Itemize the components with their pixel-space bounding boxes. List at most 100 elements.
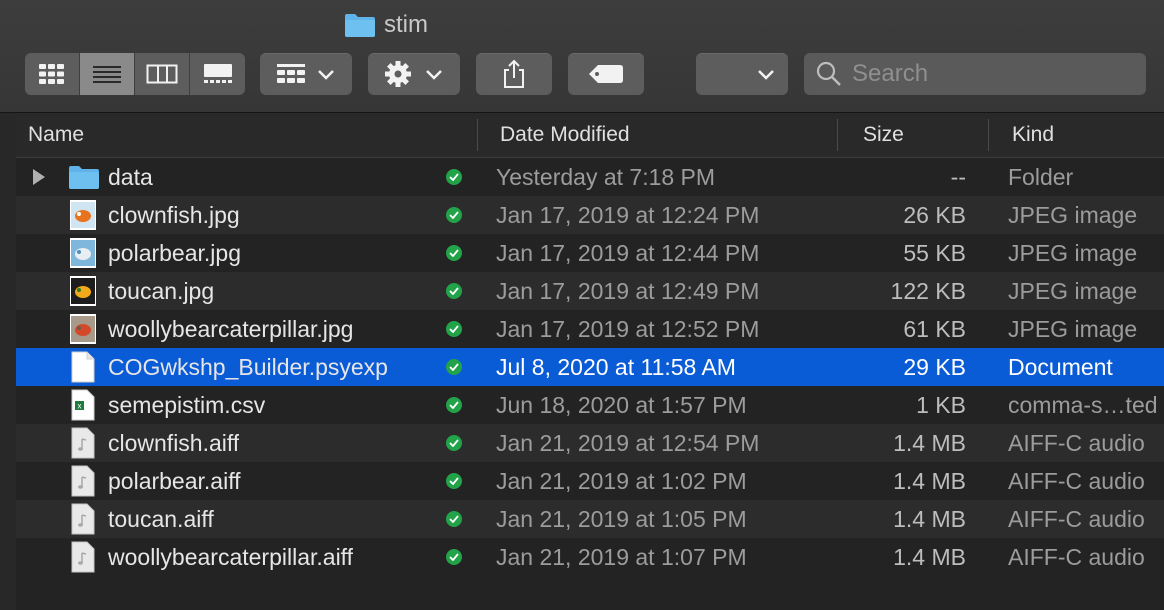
file-size: -- bbox=[950, 163, 966, 190]
audio-file-icon bbox=[70, 462, 96, 500]
column-view-button[interactable] bbox=[135, 53, 190, 95]
window-title: stim bbox=[344, 10, 428, 40]
list-view-button[interactable] bbox=[80, 53, 135, 95]
file-name: woollybearcaterpillar.aiff bbox=[108, 543, 354, 570]
file-name: toucan.aiff bbox=[108, 505, 214, 532]
file-kind: Document bbox=[1008, 353, 1113, 380]
file-size: 1.4 MB bbox=[893, 505, 966, 532]
column-divider[interactable] bbox=[837, 119, 838, 151]
file-row[interactable]: data Yesterday at 7:18 PM -- Folder bbox=[16, 158, 1164, 196]
group-by-button[interactable] bbox=[260, 53, 352, 95]
file-size: 1.4 MB bbox=[893, 467, 966, 494]
audio-file-icon bbox=[70, 500, 96, 538]
view-mode-control bbox=[25, 53, 245, 95]
window-title-text: stim bbox=[384, 11, 428, 38]
file-row[interactable]: COGwkshp_Builder.psyexp Jul 8, 2020 at 11… bbox=[16, 348, 1164, 386]
sync-check-icon bbox=[446, 196, 462, 234]
file-row[interactable]: polarbear.aiff Jan 21, 2019 at 1:02 PM 1.4… bbox=[16, 462, 1164, 500]
file-row[interactable]: toucan.aiff Jan 21, 2019 at 1:05 PM 1.4 MB… bbox=[16, 500, 1164, 538]
tag-icon bbox=[589, 65, 623, 83]
gallery-view-button[interactable] bbox=[190, 53, 245, 95]
file-row[interactable]: x semepistim.csv Jun 18, 2020 at 1:57 PM 1 … bbox=[16, 386, 1164, 424]
icon-view-button[interactable] bbox=[25, 53, 80, 95]
jpeg-thumbnail-icon bbox=[70, 234, 96, 272]
jpeg-thumbnail-icon bbox=[70, 196, 96, 234]
jpeg-thumbnail-icon bbox=[70, 310, 96, 348]
file-date-modified: Jan 17, 2019 at 12:49 PM bbox=[496, 277, 760, 304]
file-kind: AIFF-C audio bbox=[1008, 505, 1145, 532]
column-header: Name Date Modified Size Kind bbox=[16, 113, 1164, 158]
edit-tags-button[interactable] bbox=[568, 53, 644, 95]
file-name: semepistim.csv bbox=[108, 391, 266, 418]
file-name: polarbear.aiff bbox=[108, 467, 241, 494]
file-size: 1.4 MB bbox=[893, 429, 966, 456]
file-row[interactable]: woollybearcaterpillar.aiff Jan 21, 2019 a… bbox=[16, 538, 1164, 576]
share-button[interactable] bbox=[476, 53, 552, 95]
column-header-size[interactable]: Size bbox=[863, 113, 904, 157]
file-row[interactable]: clownfish.jpg Jan 17, 2019 at 12:24 PM 26 … bbox=[16, 196, 1164, 234]
file-kind: AIFF-C audio bbox=[1008, 543, 1145, 570]
file-size: 61 KB bbox=[903, 315, 966, 342]
column-header-name[interactable]: Name bbox=[28, 113, 84, 157]
file-name: toucan.jpg bbox=[108, 277, 215, 304]
file-size: 55 KB bbox=[903, 239, 966, 266]
file-kind: JPEG image bbox=[1008, 239, 1138, 266]
file-date-modified: Jan 21, 2019 at 1:05 PM bbox=[496, 505, 747, 532]
file-date-modified: Jan 21, 2019 at 1:02 PM bbox=[496, 467, 747, 494]
file-date-modified: Jun 18, 2020 at 1:57 PM bbox=[496, 391, 747, 418]
file-kind: Folder bbox=[1008, 163, 1074, 190]
search-input[interactable] bbox=[850, 59, 1134, 89]
path-dropdown-button[interactable] bbox=[696, 53, 788, 95]
chevron-down-icon bbox=[758, 70, 774, 80]
grid-icon bbox=[39, 64, 64, 84]
disclosure-triangle-icon[interactable] bbox=[33, 158, 45, 196]
column-divider[interactable] bbox=[477, 119, 478, 151]
gallery-icon bbox=[203, 64, 232, 83]
file-row[interactable]: woollybearcaterpillar.jpg Jan 17, 2019 at… bbox=[16, 310, 1164, 348]
file-row[interactable]: polarbear.jpg Jan 17, 2019 at 12:44 PM 55 … bbox=[16, 234, 1164, 272]
column-divider[interactable] bbox=[988, 119, 989, 151]
audio-file-icon bbox=[70, 538, 96, 576]
file-name: COGwkshp_Builder.psyexp bbox=[108, 353, 388, 380]
column-header-kind[interactable]: Kind bbox=[1012, 113, 1054, 157]
file-date-modified: Jan 21, 2019 at 12:54 PM bbox=[496, 429, 760, 456]
search-field[interactable] bbox=[804, 53, 1146, 95]
list-icon bbox=[93, 66, 121, 83]
file-date-modified: Jan 17, 2019 at 12:24 PM bbox=[496, 201, 760, 228]
file-list: Name Date Modified Size Kind data Yesterd… bbox=[16, 113, 1164, 610]
file-kind: AIFF-C audio bbox=[1008, 429, 1145, 456]
csv-icon: x bbox=[70, 386, 96, 424]
file-date-modified: Jan 17, 2019 at 12:52 PM bbox=[496, 315, 760, 342]
file-row[interactable]: toucan.jpg Jan 17, 2019 at 12:49 PM 122 KB… bbox=[16, 272, 1164, 310]
file-size: 1 KB bbox=[916, 391, 966, 418]
sync-check-icon bbox=[446, 310, 462, 348]
file-name: clownfish.aiff bbox=[108, 429, 240, 456]
chevron-down-icon bbox=[318, 70, 334, 80]
file-date-modified: Jul 8, 2020 at 11:58 AM bbox=[496, 353, 736, 380]
file-name: woollybearcaterpillar.jpg bbox=[108, 315, 354, 342]
list-footer bbox=[16, 581, 1164, 610]
folder-icon bbox=[68, 158, 100, 196]
file-size: 26 KB bbox=[903, 201, 966, 228]
sync-check-icon bbox=[446, 538, 462, 576]
document-icon bbox=[70, 348, 96, 386]
file-date-modified: Jan 21, 2019 at 1:07 PM bbox=[496, 543, 747, 570]
file-name: clownfish.jpg bbox=[108, 201, 240, 228]
svg-text:x: x bbox=[78, 402, 82, 411]
columns-icon bbox=[146, 64, 178, 84]
jpeg-thumbnail-icon bbox=[70, 272, 96, 310]
file-size: 1.4 MB bbox=[893, 543, 966, 570]
gear-icon bbox=[385, 61, 411, 87]
file-date-modified: Jan 17, 2019 at 12:44 PM bbox=[496, 239, 760, 266]
file-kind: JPEG image bbox=[1008, 277, 1138, 304]
file-date-modified: Yesterday at 7:18 PM bbox=[496, 163, 716, 190]
sync-check-icon bbox=[446, 348, 462, 386]
file-row[interactable]: clownfish.aiff Jan 21, 2019 at 12:54 PM 1.… bbox=[16, 424, 1164, 462]
file-size: 122 KB bbox=[890, 277, 966, 304]
action-menu-button[interactable] bbox=[368, 53, 460, 95]
sync-check-icon bbox=[446, 500, 462, 538]
sync-check-icon bbox=[446, 462, 462, 500]
column-header-date[interactable]: Date Modified bbox=[500, 113, 630, 157]
file-name: data bbox=[108, 163, 153, 190]
audio-file-icon bbox=[70, 424, 96, 462]
